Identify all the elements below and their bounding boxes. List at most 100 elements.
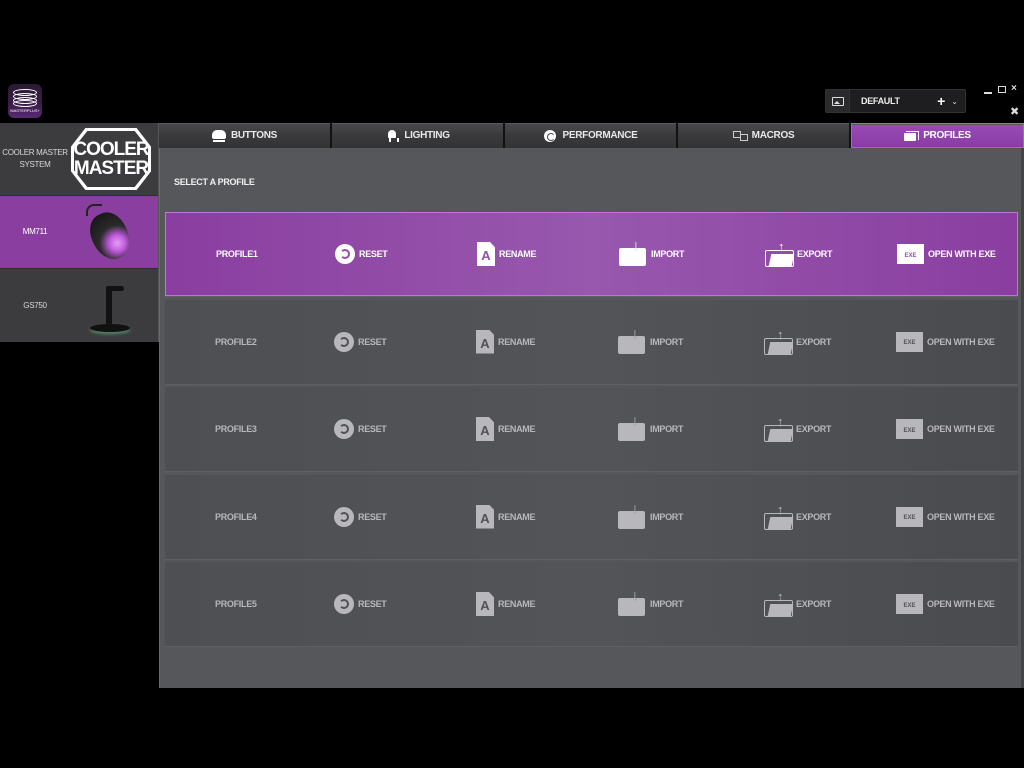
tab-label: BUTTONS	[230, 130, 278, 141]
close-button[interactable]: ×	[1011, 83, 1017, 94]
tab-buttons[interactable]: BUTTONS	[159, 123, 330, 148]
add-profile-button[interactable]: +	[937, 94, 945, 108]
minimize-button[interactable]	[984, 92, 992, 94]
open-with-exe-label: OPEN WITH EXE	[927, 336, 995, 347]
export-folder-icon: ↑	[764, 502, 793, 530]
import-button[interactable]: IMPORT	[618, 501, 684, 529]
profiles-icon	[904, 130, 920, 142]
masterplus-logo-icon	[13, 89, 37, 107]
rename-icon: A	[476, 592, 494, 616]
rename-button[interactable]: A RENAME	[476, 504, 536, 529]
reset-icon	[334, 419, 354, 439]
open-with-exe-label: OPEN WITH EXE	[927, 599, 995, 609]
profile-row-5[interactable]: PROFILE5 RESET A RENAME IMPORT ↑ EXPORT …	[165, 562, 1018, 646]
rename-icon: A	[477, 242, 495, 266]
rename-button[interactable]: A RENAME	[476, 417, 536, 441]
open-with-exe-button[interactable]: EXE OPEN WITH EXE	[896, 506, 995, 527]
profiles-panel: SELECT A PROFILE PROFILE1 RESET A RENAME…	[159, 148, 1024, 688]
profile-image-button[interactable]	[826, 90, 850, 112]
profile-name: PROFILE2	[215, 336, 257, 347]
import-label: IMPORT	[650, 511, 684, 522]
tab-performance[interactable]: PERFORMANCE	[505, 123, 676, 148]
rename-button[interactable]: A RENAME	[476, 592, 536, 616]
import-folder-icon	[618, 588, 646, 616]
export-folder-icon: ↑	[764, 414, 793, 442]
export-folder-icon: ↑	[764, 327, 793, 355]
tab-label: PERFORMANCE	[562, 130, 638, 141]
reset-icon	[334, 594, 354, 614]
exe-window-icon: EXE	[896, 419, 923, 439]
open-with-exe-button[interactable]: EXE OPEN WITH EXE	[896, 331, 995, 352]
headset-stand-image	[84, 278, 138, 334]
tab-lighting[interactable]: LIGHTING	[332, 123, 503, 148]
exe-window-icon: EXE	[896, 594, 923, 614]
export-label: EXPORT	[796, 599, 832, 609]
export-label: EXPORT	[797, 249, 833, 259]
section-title: SELECT A PROFILE	[174, 177, 255, 187]
tab-profiles[interactable]: PROFILES	[851, 123, 1024, 148]
export-button[interactable]: ↑ EXPORT	[764, 414, 832, 442]
reset-button[interactable]: RESET	[334, 331, 387, 352]
export-label: EXPORT	[796, 336, 832, 347]
performance-icon	[543, 129, 557, 142]
main-tabs: BUTTONS LIGHTING PERFORMANCE MACROS PROF…	[159, 123, 1024, 148]
rename-button[interactable]: A RENAME	[477, 242, 537, 266]
export-folder-icon: ↑	[765, 239, 794, 267]
reset-button[interactable]: RESET	[335, 244, 388, 264]
open-with-exe-button[interactable]: EXE OPEN WITH EXE	[896, 419, 995, 439]
rename-button[interactable]: A RENAME	[476, 329, 536, 354]
import-button[interactable]: IMPORT	[619, 238, 685, 266]
profile-row-2[interactable]: PROFILE2 RESET A RENAME IMPORT ↑ EXPORT …	[165, 299, 1018, 384]
open-with-exe-button[interactable]: EXE OPEN WITH EXE	[897, 244, 996, 264]
export-button[interactable]: ↑ EXPORT	[764, 502, 832, 530]
import-button[interactable]: IMPORT	[618, 588, 684, 616]
profile-row-4[interactable]: PROFILE4 RESET A RENAME IMPORT ↑ EXPORT …	[165, 474, 1018, 559]
tab-label: MACROS	[751, 130, 795, 141]
open-with-exe-button[interactable]: EXE OPEN WITH EXE	[896, 594, 995, 614]
open-with-exe-label: OPEN WITH EXE	[927, 424, 995, 434]
profile-row-1[interactable]: PROFILE1 RESET A RENAME IMPORT ↑ EXPORT …	[165, 212, 1018, 296]
tools-icon[interactable]: ✖	[1010, 105, 1019, 118]
exe-window-icon: EXE	[896, 331, 923, 352]
rename-icon: A	[476, 329, 494, 354]
restore-button[interactable]	[998, 86, 1006, 93]
import-folder-icon	[619, 238, 647, 266]
rename-label: RENAME	[498, 599, 536, 609]
sidebar-item-cooler-master-system[interactable]: COOLER MASTER SYSTEM COOLER MASTER	[0, 123, 158, 196]
export-button[interactable]: ↑ EXPORT	[764, 589, 832, 617]
profile-name: PROFILE1	[216, 249, 258, 259]
import-button[interactable]: IMPORT	[618, 413, 684, 441]
import-folder-icon	[618, 413, 646, 441]
reset-button[interactable]: RESET	[334, 506, 387, 527]
export-button[interactable]: ↑ EXPORT	[764, 327, 832, 355]
chevron-down-icon[interactable]: ⌄	[951, 97, 958, 106]
import-folder-icon	[618, 501, 646, 529]
rename-label: RENAME	[498, 336, 536, 347]
lighting-icon	[385, 129, 400, 142]
tab-label: PROFILES	[923, 130, 971, 141]
export-label: EXPORT	[796, 511, 832, 522]
import-label: IMPORT	[651, 249, 685, 259]
macros-icon	[732, 130, 748, 142]
import-button[interactable]: IMPORT	[618, 326, 684, 354]
export-folder-icon: ↑	[764, 589, 793, 617]
open-with-exe-label: OPEN WITH EXE	[928, 249, 996, 259]
reset-icon	[335, 244, 355, 264]
profile-selector[interactable]: DEFAULT + ⌄	[825, 89, 966, 113]
sidebar-item-gs750[interactable]: GS750	[0, 269, 158, 342]
sidebar-item-label: GS750	[23, 300, 47, 310]
profile-row-3[interactable]: PROFILE3 RESET A RENAME IMPORT ↑ EXPORT …	[165, 387, 1018, 471]
reset-button[interactable]: RESET	[334, 419, 387, 439]
export-button[interactable]: ↑ EXPORT	[765, 239, 833, 267]
sidebar-item-label: MM711	[22, 227, 48, 236]
reset-button[interactable]: RESET	[334, 594, 387, 614]
active-profile-name: DEFAULT	[861, 96, 900, 106]
sidebar-item-mm711[interactable]: MM711	[0, 196, 158, 269]
cooler-master-logo-text: COOLER MASTER	[73, 139, 149, 179]
tab-macros[interactable]: MACROS	[678, 123, 849, 148]
reset-icon	[334, 506, 354, 527]
cooler-master-logo: COOLER MASTER	[71, 128, 151, 190]
rename-label: RENAME	[498, 424, 536, 434]
mouse-image	[83, 204, 138, 266]
export-label: EXPORT	[796, 424, 832, 434]
